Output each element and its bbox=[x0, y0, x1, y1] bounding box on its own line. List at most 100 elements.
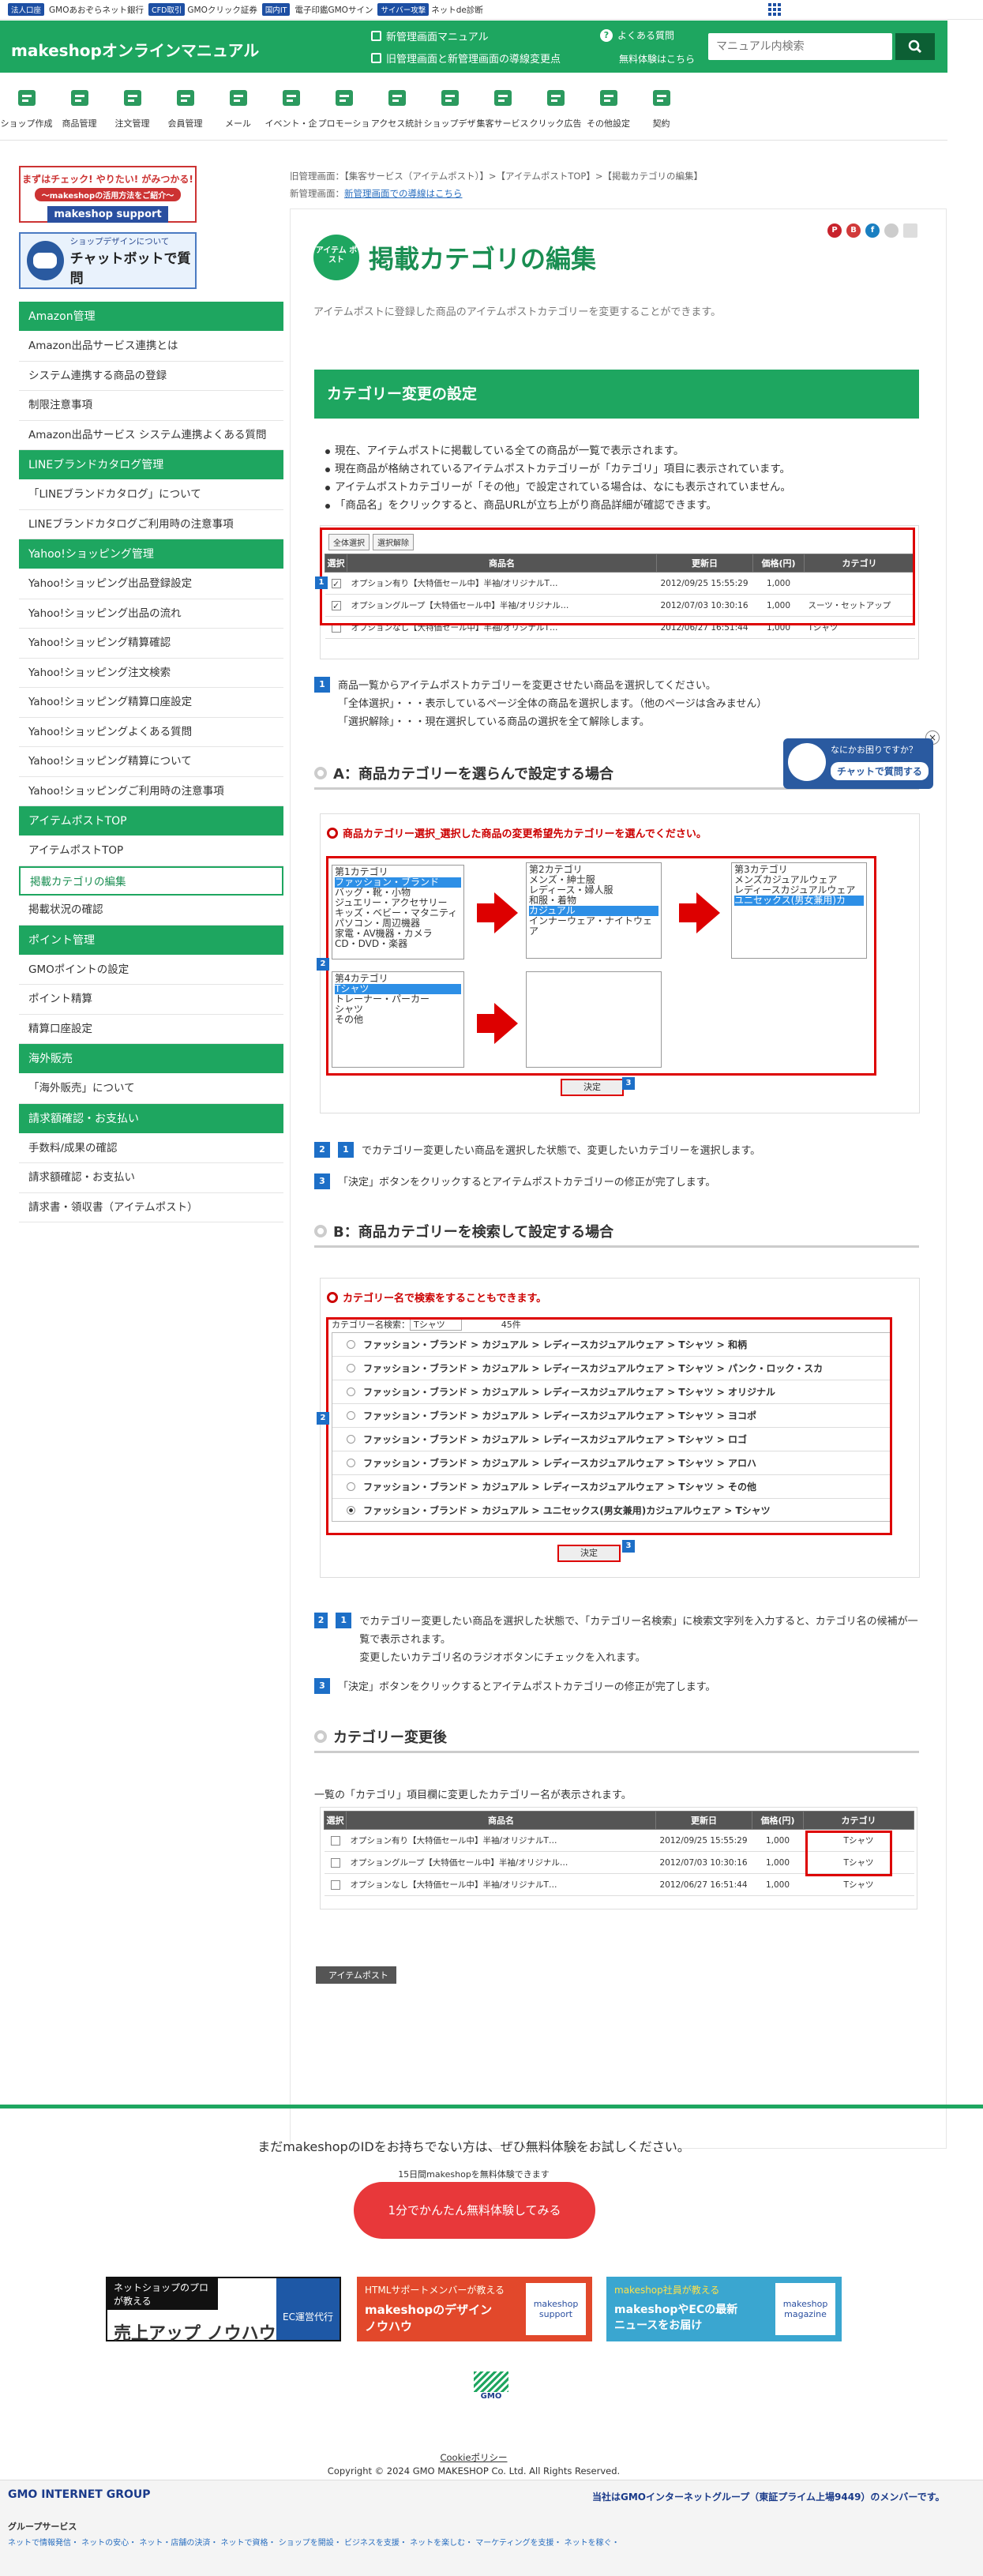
nav-people[interactable]: 会員管理 bbox=[159, 73, 212, 140]
sidebar-item[interactable]: Yahoo!ショッピング出品の流れ bbox=[19, 599, 283, 629]
footer-banner-magazine[interactable]: makeshop社員が教える makeshopやECの最新ニュースをお届け ma… bbox=[606, 2277, 842, 2341]
sidebar-item[interactable]: アイテムポストTOP bbox=[19, 836, 283, 866]
step-marker-2: 2 bbox=[317, 1412, 329, 1425]
sidebar-item[interactable]: Yahoo!ショッピングご利用時の注意事項 bbox=[19, 776, 283, 806]
nav-gift[interactable]: イベント・企 bbox=[265, 73, 317, 140]
radio-icon bbox=[327, 827, 338, 839]
group-link-2[interactable]: GMOあおぞらネット銀行 bbox=[49, 4, 144, 16]
group-link-3[interactable]: CFD取引 GMOクリック証券 bbox=[148, 3, 257, 16]
sidebar-item[interactable]: Yahoo!ショッピング精算確認 bbox=[19, 629, 283, 659]
sidebar-item[interactable]: Yahoo!ショッピング精算について bbox=[19, 747, 283, 777]
step-b-3: 3 「決定」ボタンをクリックするとアイテムポストカテゴリーの修正が完了します。 bbox=[314, 1678, 715, 1696]
hatena-icon[interactable]: B bbox=[846, 223, 861, 238]
pinterest-icon[interactable]: P bbox=[827, 223, 842, 238]
category-1-list[interactable]: 第1カテゴリ ファッション・ブランド バッグ・靴・小物 ジュエリー・アクセサリー キッズ… bbox=[332, 865, 464, 959]
sidebar-item[interactable]: LINEブランドカタログご利用時の注意事項 bbox=[19, 509, 283, 539]
sidebar-item[interactable]: Yahoo!ショッピング精算口座設定 bbox=[19, 688, 283, 718]
mobile-icon[interactable] bbox=[903, 223, 917, 238]
circle-bullet-icon bbox=[314, 766, 327, 779]
sidebar-item[interactable]: GMOポイントの設定 bbox=[19, 955, 283, 985]
apps-grid-icon[interactable] bbox=[768, 3, 781, 16]
robot-icon bbox=[27, 241, 64, 280]
search-input[interactable] bbox=[708, 33, 892, 60]
list-option[interactable]: ユニセックス(男女兼用)カ bbox=[734, 896, 864, 906]
sidebar-category: アイテムポストTOP bbox=[19, 806, 283, 836]
sidebar-category: ポイント管理 bbox=[19, 925, 283, 956]
search-icon bbox=[908, 39, 922, 54]
row-checkbox[interactable] bbox=[330, 1857, 340, 1868]
sidebar-item[interactable]: ポイント精算 bbox=[19, 985, 283, 1015]
sidebar-item[interactable]: Amazon出品サービス連携とは bbox=[19, 332, 283, 362]
tag-itempost[interactable]: アイテムポスト bbox=[316, 1966, 396, 1984]
facebook-icon[interactable]: f bbox=[865, 223, 880, 238]
nav-chart[interactable]: アクセス統計 bbox=[370, 73, 423, 140]
sidebar-category: Yahoo!ショッピング管理 bbox=[19, 539, 283, 569]
group-link-1[interactable]: 法人口座 bbox=[8, 3, 45, 16]
free-trial-button[interactable]: 1分でかんたん無料体験してみる bbox=[354, 2182, 595, 2239]
chatbot-banner[interactable]: ショップデザインについて チャットボットで質問 bbox=[19, 232, 197, 289]
sidebar-item[interactable]: 請求額確認・お支払い bbox=[19, 1163, 283, 1193]
nav-palette[interactable]: ショップデザ bbox=[423, 73, 476, 140]
sidebar-item[interactable]: 精算口座設定 bbox=[19, 1014, 283, 1044]
nav-paper[interactable]: 契約 bbox=[635, 73, 688, 140]
footer-banner-knowhow[interactable]: ネットショップのプロが教える 売上アップ ノウハウ EC運営代行 bbox=[106, 2277, 341, 2344]
chat-widget[interactable]: × なにかお困りですか？ チャットで質問する bbox=[783, 730, 940, 792]
main-nav: ショップ作成 商品管理 注文管理 会員管理 メール イベント・企 プロモーショ アクセス統計シ… bbox=[0, 73, 947, 141]
breadcrumb: 旧管理画面：【集客サービス（アイテムポスト）】>【アイテムポストTOP】>【掲載… bbox=[290, 171, 703, 199]
sidebar-item[interactable]: Yahoo!ショッピングよくある質問 bbox=[19, 717, 283, 747]
group-service-links[interactable]: ネットで情報発信・ ネットの安心・ ネット・店舗の決済・ ネットで資格・ ショッ… bbox=[8, 2536, 620, 2548]
nav-arrows[interactable]: その他設定 bbox=[582, 73, 635, 140]
category-4-list[interactable]: 第4カテゴリ Tシャツ トレーナー・パーカー シャツ その他 bbox=[332, 971, 464, 1068]
sidebar-item[interactable]: 掲載カテゴリの編集 bbox=[19, 866, 283, 896]
row-checkbox[interactable] bbox=[330, 1879, 340, 1890]
sidebar-item[interactable]: Amazon出品サービス システム連携よくある質問 bbox=[19, 420, 283, 450]
print-icon[interactable] bbox=[884, 223, 899, 238]
faq-link[interactable]: ? よくある質問 bbox=[600, 28, 674, 42]
group-link-6[interactable]: サイバー攻撃 ネットde診断 bbox=[377, 3, 483, 16]
group-link-4[interactable]: 国内IT bbox=[261, 3, 291, 16]
monitor-icon bbox=[371, 31, 381, 41]
sidebar-item[interactable]: 「海外販売」について bbox=[19, 1074, 283, 1104]
sidebar-item[interactable]: Yahoo!ショッピング注文検索 bbox=[19, 658, 283, 688]
nav-clip[interactable]: 注文管理 bbox=[106, 73, 159, 140]
sidebar-item[interactable]: 請求書・領収書（アイテムポスト） bbox=[19, 1192, 283, 1222]
search-button[interactable] bbox=[895, 33, 935, 60]
list-option[interactable]: CD・DVD・楽器 bbox=[335, 939, 461, 949]
nav-mail[interactable]: メール bbox=[212, 73, 265, 140]
sidebar-item[interactable]: 手数料/成果の確認 bbox=[19, 1133, 283, 1163]
old-new-link[interactable]: 旧管理画面と新管理画面の導線変更点 bbox=[371, 51, 561, 66]
row-checkbox[interactable] bbox=[330, 1835, 340, 1846]
support-banner[interactable]: まずはチェック! やりたい! がみつかる! ～makeshopの活用方法をご紹介… bbox=[19, 166, 197, 223]
site-logo[interactable]: makeshopオンラインマニュアル bbox=[11, 38, 259, 61]
category-5-list[interactable] bbox=[526, 971, 662, 1068]
new-manual-link[interactable]: 新管理画面マニュアル bbox=[371, 28, 489, 43]
nav-bag[interactable]: 商品管理 bbox=[53, 73, 106, 140]
trial-link[interactable]: 無料体験はこちら bbox=[619, 52, 695, 66]
nav-globe[interactable]: 集客サービス bbox=[476, 73, 529, 140]
group-link-5[interactable]: 電子印鑑GMOサイン bbox=[295, 4, 373, 16]
sidebar-item[interactable]: 制限注意事項 bbox=[19, 391, 283, 421]
sidebar-item[interactable]: Yahoo!ショッピング出品登録設定 bbox=[19, 569, 283, 599]
sidebar-item[interactable]: 「LINEブランドカタログ」について bbox=[19, 480, 283, 510]
sidebar-item[interactable]: 掲載状況の確認 bbox=[19, 896, 283, 926]
new-admin-link[interactable]: 新管理画面での導線はこちら bbox=[344, 188, 463, 199]
section-after-heading: カテゴリー変更後 bbox=[314, 1722, 919, 1753]
section-heading-settings: カテゴリー変更の設定 bbox=[314, 370, 919, 419]
category-2-list[interactable]: 第2カテゴリ メンズ・紳士服 レディース・婦人服 和服・着物 カジュアル インナーウェア・… bbox=[526, 862, 662, 959]
after-description: 一覧の「カテゴリ」項目欄に変更したカテゴリー名が表示されます。 bbox=[314, 1789, 632, 1801]
sidebar-category: LINEブランドカタログ管理 bbox=[19, 450, 283, 480]
mail-icon bbox=[229, 90, 247, 106]
nav-store[interactable]: ショップ作成 bbox=[0, 73, 53, 140]
list-option[interactable]: その他 bbox=[335, 1015, 461, 1025]
top-group-bar: 法人口座 GMOあおぞらネット銀行 CFD取引 GMOクリック証券 国内IT 電子… bbox=[0, 0, 983, 20]
category-3-list[interactable]: 第3カテゴリ メンズカジュアルウェア レディースカジュアルウェア ユニセックス(男女兼… bbox=[731, 862, 867, 959]
cookie-policy-link[interactable]: Cookieポリシー bbox=[0, 2451, 947, 2464]
list-option[interactable]: インナーウェア・ナイトウェア bbox=[529, 916, 658, 937]
nav-speaker[interactable]: プロモーショ bbox=[317, 73, 370, 140]
people-icon bbox=[176, 90, 194, 106]
nav-mouse[interactable]: クリック広告 bbox=[529, 73, 582, 140]
decide-button[interactable]: 決定 bbox=[561, 1079, 624, 1096]
sidebar-item[interactable]: システム連携する商品の登録 bbox=[19, 361, 283, 391]
footer-banner-design[interactable]: HTMLサポートメンバーが教える makeshopのデザインノウハウ makes… bbox=[357, 2277, 592, 2341]
decide-button[interactable]: 決定 bbox=[557, 1545, 621, 1562]
